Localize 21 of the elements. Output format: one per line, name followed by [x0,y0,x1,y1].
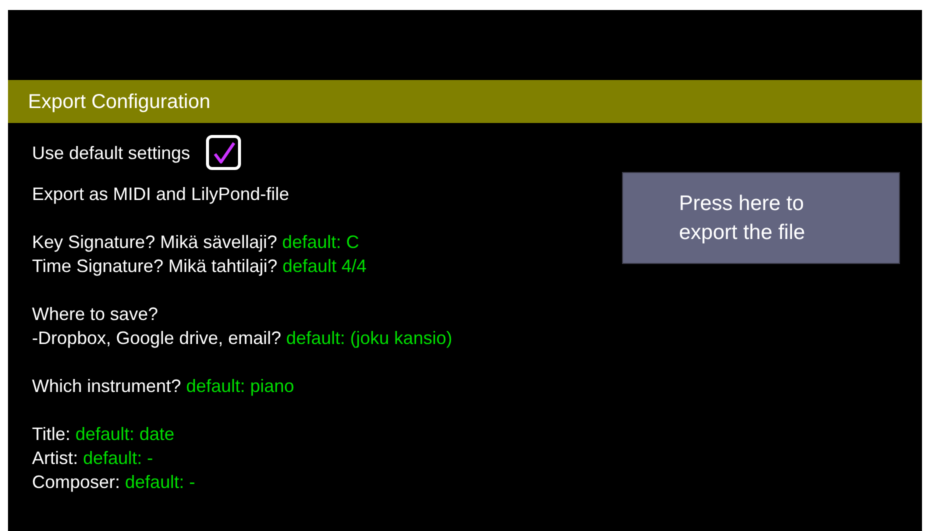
default-value: default: piano [186,375,294,398]
checkmark-icon [212,140,236,164]
setting-label: Export as MIDI and LilyPond-file [32,183,290,206]
default-value: default: - [125,471,196,494]
default-value: default 4/4 [282,255,367,278]
setting-label: Title: [32,423,70,446]
default-value: default: (joku kansio) [286,327,452,350]
setting-label: Artist: [32,447,78,470]
setting-label: Time Signature? Mikä tahtilaji? [32,255,278,278]
setting-label: -Dropbox, Google drive, email? [32,327,282,350]
default-settings-checkbox[interactable] [206,135,242,170]
header-title: Export Configuration [28,90,210,114]
default-value: default: C [282,231,360,254]
setting-label: Composer: [32,471,120,494]
setting-label: Key Signature? Mikä sävellaji? [32,231,278,254]
export-button[interactable]: Press here to export the file [622,172,900,264]
default-value: default: date [75,423,174,446]
setting-label: Which instrument? [32,375,182,398]
setting-label: Where to save? [32,303,158,326]
default-value: default: - [83,447,154,470]
default-settings-label: Use default settings [32,142,190,164]
